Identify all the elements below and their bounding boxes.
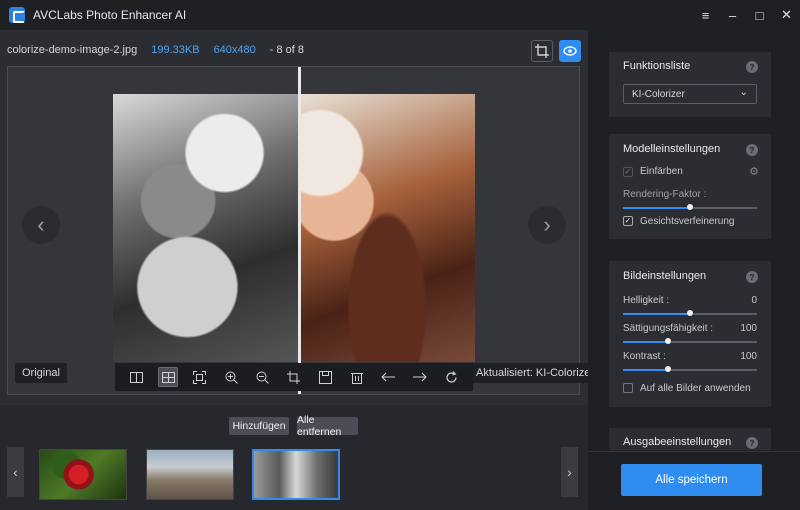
save-icon[interactable] xyxy=(315,367,335,387)
face-refinement-checkbox[interactable]: ✓ xyxy=(623,216,633,226)
slider-fill xyxy=(623,207,690,209)
remove-all-button[interactable]: Alle entfernen xyxy=(297,414,358,438)
zoom-out-icon[interactable] xyxy=(253,367,273,387)
rendering-factor-slider[interactable] xyxy=(623,204,757,210)
slider-fill xyxy=(623,341,668,343)
slider-knob[interactable] xyxy=(687,310,693,316)
add-button[interactable]: Hinzufügen xyxy=(229,417,289,435)
crop-icon xyxy=(535,44,549,58)
brightness-label: Helligkeit : xyxy=(623,295,670,306)
slider-fill xyxy=(623,313,690,315)
file-dimensions: 640x480 xyxy=(213,44,256,56)
image-settings-panel: Bildeinstellungen ? Helligkeit : 0 Sätti… xyxy=(609,261,771,407)
next-image-button[interactable]: › xyxy=(528,206,566,244)
zoom-in-icon[interactable] xyxy=(221,367,241,387)
maximize-button[interactable]: □ xyxy=(746,0,773,30)
image-settings-title: Bildeinstellungen xyxy=(623,270,707,282)
file-size: 199.33KB xyxy=(151,44,200,56)
arrow-left-icon[interactable] xyxy=(378,367,398,387)
saturation-value: 100 xyxy=(740,323,757,334)
model-settings-panel: Modelleinstellungen ? ✓ Einfärben ⚙ Rend… xyxy=(609,134,771,239)
contrast-label: Kontrast : xyxy=(623,351,666,362)
close-button[interactable]: ✕ xyxy=(773,0,800,30)
compare-view-icon[interactable] xyxy=(158,367,179,387)
crop-icon[interactable] xyxy=(284,367,304,387)
output-settings-title: Ausgabeeinstellungen xyxy=(623,436,732,448)
function-list-title: Funktionsliste xyxy=(623,60,691,72)
app-logo-icon xyxy=(9,7,25,23)
face-refinement-label: Gesichtsverfeinerung xyxy=(640,216,735,227)
model-settings-title: Modelleinstellungen xyxy=(623,143,721,155)
thumbnail-red-flower[interactable] xyxy=(39,449,127,500)
function-select[interactable]: KI-Colorizer ⌄ xyxy=(623,84,757,104)
file-info-bar: colorize-demo-image-2.jpg 199.33KB 640x4… xyxy=(7,44,304,56)
eye-icon xyxy=(563,46,577,56)
rotate-icon[interactable] xyxy=(441,367,461,387)
slider-knob[interactable] xyxy=(665,366,671,372)
gear-icon[interactable]: ⚙ xyxy=(749,165,759,178)
split-view-icon[interactable] xyxy=(127,367,147,387)
function-list-panel: Funktionsliste ? KI-Colorizer ⌄ xyxy=(609,52,771,117)
contrast-slider[interactable] xyxy=(623,366,757,372)
rendering-factor-label: Rendering-Faktor : xyxy=(623,189,707,200)
apply-all-checkbox[interactable] xyxy=(623,383,633,393)
thumbnail-girls-selected[interactable] xyxy=(252,449,340,500)
arrow-right-icon[interactable] xyxy=(410,367,430,387)
help-icon[interactable]: ? xyxy=(746,437,758,449)
help-icon[interactable]: ? xyxy=(746,271,758,283)
file-position: - 8 of 8 xyxy=(269,44,305,56)
thumbnails-prev-button[interactable]: ‹ xyxy=(7,447,24,497)
crop-tool-button[interactable] xyxy=(531,40,553,62)
menu-button[interactable]: ≡ xyxy=(692,0,719,30)
saturation-slider[interactable] xyxy=(623,338,757,344)
help-icon[interactable]: ? xyxy=(746,144,758,156)
saturation-label: Sättigungsfähigkeit : xyxy=(623,323,714,334)
delete-icon[interactable] xyxy=(347,367,367,387)
function-select-value: KI-Colorizer xyxy=(632,88,685,100)
brightness-value: 0 xyxy=(751,295,757,306)
prev-image-button[interactable]: ‹ xyxy=(22,206,60,244)
slider-knob[interactable] xyxy=(687,204,693,210)
colorized-half xyxy=(299,94,475,362)
save-all-button[interactable]: Alle speichern xyxy=(621,464,762,496)
colorize-label: Einfärben xyxy=(640,166,683,177)
viewer-toolbar xyxy=(115,363,473,391)
title-bar: AVCLabs Photo Enhancer AI ≡ – □ ✕ xyxy=(0,0,800,30)
compare-slider-handle[interactable] xyxy=(298,67,301,394)
colorize-checkbox[interactable]: ✓ xyxy=(623,167,633,177)
slider-fill xyxy=(623,369,668,371)
fit-screen-icon[interactable] xyxy=(190,367,210,387)
chevron-down-icon: ⌄ xyxy=(739,87,748,98)
preview-image xyxy=(113,94,475,362)
output-settings-panel: Ausgabeeinstellungen ? xyxy=(609,428,771,450)
apply-all-label: Auf alle Bilder anwenden xyxy=(640,383,751,394)
brightness-slider[interactable] xyxy=(623,310,757,316)
thumbnails-next-button[interactable]: › xyxy=(561,447,578,497)
help-icon[interactable]: ? xyxy=(746,61,758,73)
window-controls: ≡ – □ ✕ xyxy=(692,0,800,30)
original-half xyxy=(113,94,299,362)
original-label: Original xyxy=(15,363,67,383)
slider-knob[interactable] xyxy=(665,338,671,344)
image-viewer[interactable]: ‹ › xyxy=(7,66,580,395)
app-title: AVCLabs Photo Enhancer AI xyxy=(33,8,187,22)
updated-label: Aktualisiert: KI-Colorizer xyxy=(470,363,601,383)
contrast-value: 100 xyxy=(740,351,757,362)
file-name: colorize-demo-image-2.jpg xyxy=(7,44,138,56)
preview-toggle-button[interactable] xyxy=(559,40,581,62)
settings-sidebar: Funktionsliste ? KI-Colorizer ⌄ Modellei… xyxy=(588,30,800,510)
thumbnail-old-building[interactable] xyxy=(146,449,234,500)
minimize-button[interactable]: – xyxy=(719,0,746,30)
thumbnail-strip: Hinzufügen Alle entfernen ‹ › xyxy=(0,405,588,510)
